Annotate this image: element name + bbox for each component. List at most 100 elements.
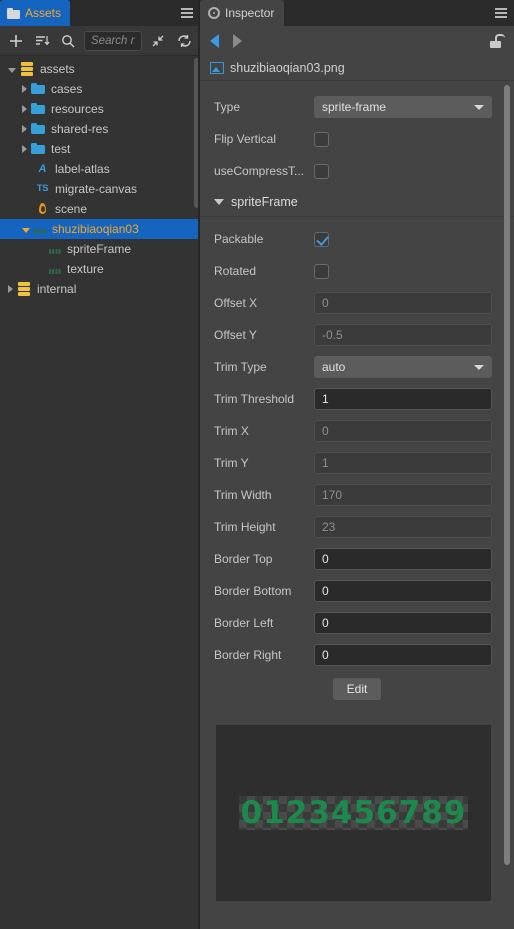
- input-trim-x[interactable]: 0: [314, 420, 492, 442]
- property-label-border-left: Border Left: [214, 616, 274, 630]
- input-value: 0: [322, 616, 329, 630]
- arrow-forward-icon[interactable]: [233, 34, 242, 48]
- arrow-back-icon[interactable]: [210, 34, 219, 48]
- tree-item-resources[interactable]: resources: [0, 99, 200, 119]
- sort-icon[interactable]: [32, 31, 52, 51]
- checkbox-flip-vertical[interactable]: [314, 131, 329, 147]
- input-border-top[interactable]: 0: [314, 548, 492, 570]
- property-control-trim-type: auto: [314, 356, 492, 378]
- chevron-right-icon[interactable]: [22, 105, 27, 113]
- input-value: 1: [322, 392, 329, 406]
- property-row-usecompresst: useCompressT...: [200, 155, 514, 187]
- property-control-type: sprite-frame: [314, 96, 492, 118]
- tree-item-scene[interactable]: scene: [0, 199, 200, 219]
- tab-inspector[interactable]: Inspector: [200, 0, 285, 26]
- input-border-right[interactable]: 0: [314, 644, 492, 666]
- select-type[interactable]: sprite-frame: [314, 96, 492, 118]
- section-spriteframe[interactable]: spriteFrame: [200, 187, 514, 217]
- property-label-trim-x: Trim X: [214, 424, 249, 438]
- inspector-scrollbar[interactable]: [504, 85, 510, 865]
- asset-tree[interactable]: assets cases resources shared-res test Alabel…: [0, 56, 200, 929]
- chevron-down-icon[interactable]: [8, 67, 16, 73]
- gear-icon: [208, 7, 220, 19]
- sprite-frame-icon: [49, 249, 62, 254]
- inspector-menu-hamburger-icon[interactable]: [488, 0, 514, 26]
- tree-item-texture[interactable]: texture: [0, 259, 200, 279]
- chevron-down-icon: [214, 198, 224, 205]
- property-label-trim-type: Trim Type: [214, 360, 267, 374]
- tree-item-shared-res[interactable]: shared-res: [0, 119, 200, 139]
- checkbox-packable[interactable]: [314, 231, 329, 247]
- tree-item-test[interactable]: test: [0, 139, 200, 159]
- chevron-right-icon[interactable]: [22, 85, 27, 93]
- property-row-trim-height: Trim Height 23: [200, 511, 514, 543]
- database-icon: [17, 282, 32, 296]
- assets-menu-hamburger-icon[interactable]: [174, 0, 200, 26]
- tree-item-label: texture: [67, 262, 104, 276]
- tree-item-cases[interactable]: cases: [0, 79, 200, 99]
- tree-item-internal[interactable]: internal: [0, 279, 200, 299]
- select-trim-type[interactable]: auto: [314, 356, 492, 378]
- plus-icon[interactable]: [6, 31, 26, 51]
- search-icon[interactable]: [58, 31, 78, 51]
- tree-item-migrate-canvas[interactable]: TS migrate-canvas: [0, 179, 200, 199]
- sprite-preview-strip: 0123456789: [238, 796, 469, 830]
- input-trim-height[interactable]: 23: [314, 516, 492, 538]
- property-control-offset-y: -0.5: [314, 324, 492, 346]
- tree-item-label: label-atlas: [55, 162, 110, 176]
- property-label-trim-width: Trim Width: [214, 488, 272, 502]
- search-input-wrapper[interactable]: [84, 30, 142, 51]
- tree-item-label-atlas[interactable]: Alabel-atlas: [0, 159, 200, 179]
- tree-item-label: internal: [37, 282, 77, 296]
- chevron-right-icon[interactable]: [22, 145, 27, 153]
- tree-item-shuzibiaoqian03[interactable]: shuzibiaoqian03: [0, 219, 200, 239]
- typescript-icon: TS: [36, 183, 49, 194]
- tree-item-spriteframe[interactable]: spriteFrame: [0, 239, 200, 259]
- input-offset-y[interactable]: -0.5: [314, 324, 492, 346]
- tree-item-assets[interactable]: assets: [0, 59, 200, 79]
- chevron-down-icon[interactable]: [22, 227, 30, 233]
- property-label-trim-height: Trim Height: [214, 520, 276, 534]
- chevron-right-icon[interactable]: [8, 285, 13, 293]
- property-row-trim-threshold: Trim Threshold 1: [200, 383, 514, 415]
- input-trim-threshold[interactable]: 1: [314, 388, 492, 410]
- input-border-bottom[interactable]: 0: [314, 580, 492, 602]
- input-trim-width[interactable]: 170: [314, 484, 492, 506]
- section-spriteframe-label: spriteFrame: [231, 194, 298, 209]
- lock-open-icon[interactable]: [490, 34, 505, 48]
- tab-assets-label: Assets: [25, 6, 62, 20]
- database-icon: [20, 62, 35, 76]
- refresh-icon[interactable]: [174, 31, 194, 51]
- tree-item-label: shared-res: [51, 122, 109, 136]
- checkbox-usecompresst[interactable]: [314, 163, 329, 179]
- property-control-border-right: 0: [314, 644, 492, 666]
- property-label-border-right: Border Right: [214, 648, 282, 662]
- image-file-icon: [210, 62, 224, 74]
- tree-item-label: cases: [51, 82, 83, 96]
- property-control-trim-y: 1: [314, 452, 492, 474]
- chevron-right-icon[interactable]: [22, 125, 27, 133]
- search-input[interactable]: [91, 34, 135, 47]
- folder-icon: [31, 142, 46, 156]
- input-border-left[interactable]: 0: [314, 612, 492, 634]
- tabbar-spacer: [284, 0, 488, 26]
- tab-assets[interactable]: Assets: [0, 0, 71, 26]
- input-trim-y[interactable]: 1: [314, 452, 492, 474]
- input-value: 170: [322, 488, 343, 502]
- folder-icon: [31, 82, 46, 96]
- property-label-type: Type: [214, 100, 241, 114]
- top-properties-group: Type sprite-frame Flip Vertical useCompress…: [200, 91, 514, 187]
- tree-item-label: migrate-canvas: [55, 182, 138, 196]
- trim-properties-group: Trim Threshold 1 Trim X 0 Trim Y 1 Trim Width 1…: [200, 383, 514, 671]
- collapse-all-icon[interactable]: [148, 31, 168, 51]
- property-label-border-top: Border Top: [214, 552, 273, 566]
- input-value: 0: [322, 584, 329, 598]
- edit-button[interactable]: Edit: [332, 678, 382, 700]
- select-value: auto: [322, 360, 346, 374]
- checkbox-rotated[interactable]: [314, 263, 329, 279]
- chevron-down-icon: [474, 365, 484, 370]
- input-value: -0.5: [322, 328, 343, 342]
- input-offset-x[interactable]: 0: [314, 292, 492, 314]
- property-row-offset-y: Offset Y -0.5: [200, 319, 514, 351]
- inspector-panel: Inspector shuzibiaoqian03.png Type sprite…: [200, 0, 514, 929]
